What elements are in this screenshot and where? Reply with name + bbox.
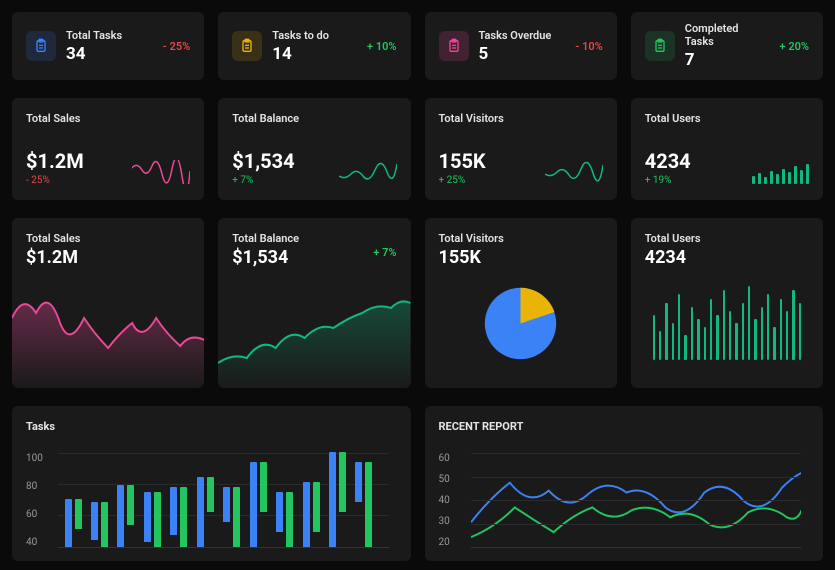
stat-title: Total Balance	[232, 112, 396, 125]
card-title: Completed Tasks	[685, 22, 770, 48]
chart-title: Total Visitors	[439, 232, 603, 245]
card-title: Tasks to do	[272, 29, 357, 42]
sparkline-chart	[545, 160, 603, 184]
tasks-row: Total Tasks 34 - 25% Tasks to do 14 + 10…	[12, 12, 823, 80]
card-balance-chart: Total Balance $1,534 + 7%	[218, 218, 410, 388]
card-total-users: Total Users 4234 + 19%	[631, 98, 823, 200]
card-sales-chart: Total Sales $1.2M	[12, 218, 204, 388]
card-total-balance: Total Balance $1,534 + 7%	[218, 98, 410, 200]
sparkline-chart	[132, 160, 190, 184]
stats-row: Total Sales $1.2M - 25% Total Balance $1…	[12, 98, 823, 200]
grouped-bar-chart: 100806040	[26, 453, 397, 548]
card-tasks-overdue: Tasks Overdue 5 - 10%	[425, 12, 617, 80]
pie-chart	[439, 268, 603, 378]
section-title: RECENT REPORT	[439, 420, 810, 433]
chart-title: Total Users	[645, 232, 809, 245]
clipboard-icon	[645, 31, 675, 61]
line-chart: 6050403020	[439, 453, 810, 548]
card-title: Tasks Overdue	[479, 29, 566, 42]
sparkbar-chart	[752, 162, 809, 184]
chart-title: Total Sales	[26, 232, 190, 245]
card-delta: + 10%	[367, 40, 396, 53]
card-completed-tasks: Completed Tasks 7 + 20%	[631, 12, 823, 80]
card-tasks-chart: Tasks 100806040	[12, 406, 411, 561]
chart-value: $1.2M	[26, 247, 190, 268]
stat-title: Total Sales	[26, 112, 190, 125]
section-title: Tasks	[26, 420, 397, 433]
area-chart	[12, 278, 204, 388]
stat-title: Total Visitors	[439, 112, 603, 125]
card-delta: + 20%	[780, 40, 809, 53]
y-axis: 6050403020	[439, 453, 450, 548]
sparkline-chart	[339, 160, 397, 184]
clipboard-icon	[232, 31, 262, 61]
card-value: 34	[66, 44, 153, 64]
card-delta: - 25%	[163, 40, 190, 53]
card-value: 5	[479, 44, 566, 64]
chart-value: 155K	[439, 247, 603, 268]
clipboard-icon	[26, 31, 56, 61]
y-axis: 100806040	[26, 453, 43, 548]
card-recent-report: RECENT REPORT 6050403020	[425, 406, 824, 561]
card-visitors-chart: Total Visitors 155K	[425, 218, 617, 388]
stat-title: Total Users	[645, 112, 809, 125]
card-total-sales: Total Sales $1.2M - 25%	[12, 98, 204, 200]
chart-value: $1,534	[232, 247, 396, 268]
card-tasks-todo: Tasks to do 14 + 10%	[218, 12, 410, 80]
bar-chart	[645, 268, 809, 368]
chart-delta: + 7%	[373, 246, 396, 259]
card-value: 7	[685, 50, 770, 70]
charts-row: Total Sales $1.2M Total Balance $1,534 +…	[12, 218, 823, 388]
clipboard-icon	[439, 31, 469, 61]
reports-row: Tasks 100806040	[12, 406, 823, 561]
area-chart	[218, 278, 410, 388]
chart-title: Total Balance	[232, 232, 396, 245]
card-total-tasks: Total Tasks 34 - 25%	[12, 12, 204, 80]
card-users-chart: Total Users 4234	[631, 218, 823, 388]
chart-value: 4234	[645, 247, 809, 268]
card-value: 14	[272, 44, 357, 64]
card-delta: - 10%	[575, 40, 602, 53]
card-title: Total Tasks	[66, 29, 153, 42]
card-total-visitors: Total Visitors 155K + 25%	[425, 98, 617, 200]
